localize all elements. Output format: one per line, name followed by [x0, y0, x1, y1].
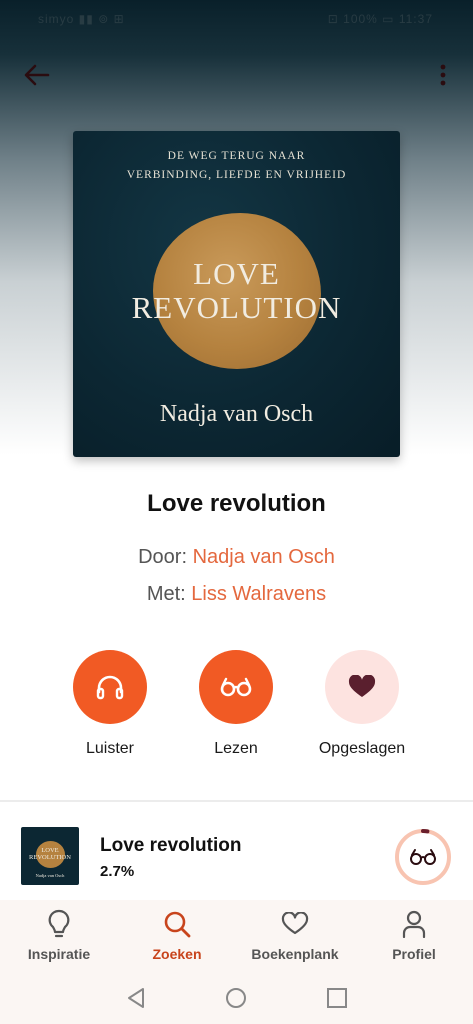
nav-item-inspiratie[interactable]: Inspiratie [0, 908, 118, 962]
arrow-left-icon [24, 64, 50, 86]
listen-button[interactable]: Luister [55, 650, 165, 758]
read-button-circle[interactable] [199, 650, 273, 724]
narrator-label: Met: [146, 583, 186, 605]
book-cover: DE WEG TERUG NAAR VERBINDING, LIEFDE EN … [73, 131, 400, 457]
cover-title-line2: REVOLUTION [131, 290, 342, 325]
divider [0, 800, 473, 802]
status-bar-right: ⊡ 100% ▭ 11:37 [327, 12, 433, 26]
author-link[interactable]: Nadja van Osch [193, 546, 335, 568]
more-options-button[interactable] [435, 60, 451, 90]
cover-title: LOVE REVOLUTION [73, 257, 400, 325]
narrator-row: Met: Liss Walravens [0, 583, 473, 606]
action-buttons: Luister Lezen Opgeslagen [0, 650, 473, 765]
search-icon [164, 911, 191, 938]
lightbulb-icon [48, 909, 70, 938]
nav-label-zoeken: Zoeken [152, 946, 202, 962]
mini-cover-title-line2: REVOLUTION [29, 854, 71, 861]
nav-item-profiel[interactable]: Profiel [355, 908, 473, 962]
nav-item-boekenplank[interactable]: Boekenplank [236, 908, 354, 962]
author-row: Door: Nadja van Osch [0, 546, 473, 569]
nav-label-profiel: Profiel [392, 946, 436, 962]
saved-button-circle[interactable] [325, 650, 399, 724]
nav-label-inspiratie: Inspiratie [27, 946, 91, 962]
read-label: Lezen [214, 740, 258, 757]
listen-label: Luister [85, 740, 135, 757]
system-home-icon[interactable] [224, 986, 248, 1010]
cover-tagline: DE WEG TERUG NAAR VERBINDING, LIEFDE EN … [73, 147, 400, 185]
back-button[interactable] [22, 60, 52, 90]
saved-label: Opgeslagen [318, 740, 406, 757]
cover-author: Nadja van Osch [159, 401, 314, 427]
status-bar-left: simyo ▮▮ ⊚ ⊞ [38, 12, 125, 26]
listen-button-circle[interactable] [73, 650, 147, 724]
person-icon [402, 910, 426, 938]
status-bar: simyo ▮▮ ⊚ ⊞ ⊡ 100% ▭ 11:37 [0, 0, 473, 36]
mini-player-cover: LOVE REVOLUTION Nadja van Osch [21, 827, 79, 885]
system-back-icon[interactable] [124, 986, 148, 1010]
mini-player-progress: 2.7% [100, 863, 135, 880]
cover-tagline-line1: DE WEG TERUG NAAR [167, 150, 306, 162]
mini-cover-title: LOVE REVOLUTION [21, 847, 79, 861]
author-label: Door: [138, 546, 188, 568]
headphones-icon [96, 675, 124, 700]
cover-tagline-line2: VERBINDING, LIEFDE EN VRIJHEID [126, 169, 347, 181]
mini-player-title: Love revolution [100, 835, 242, 856]
heart-icon [281, 912, 309, 935]
system-recent-apps-icon[interactable] [325, 986, 349, 1010]
heart-icon [348, 675, 376, 697]
book-title: Love revolution [147, 490, 326, 517]
mini-player[interactable]: LOVE REVOLUTION Nadja van Osch Love revo… [0, 815, 473, 900]
read-button[interactable]: Lezen [181, 650, 291, 758]
saved-button[interactable]: Opgeslagen [307, 650, 417, 758]
nav-label-boekenplank: Boekenplank [251, 946, 339, 962]
cover-title-line1: LOVE [193, 256, 280, 291]
more-vertical-icon [440, 64, 446, 86]
system-navigation-bar [0, 972, 473, 1024]
mini-cover-author: Nadja van Osch [35, 873, 65, 878]
glasses-icon [220, 677, 252, 697]
bottom-navigation: Inspiratie Zoeken Boekenplank Profiel [0, 900, 473, 972]
nav-item-zoeken[interactable]: Zoeken [118, 908, 236, 962]
narrator-link[interactable]: Liss Walravens [191, 583, 326, 605]
progress-ring[interactable] [393, 827, 453, 887]
mini-cover-title-line1: LOVE [41, 847, 59, 854]
